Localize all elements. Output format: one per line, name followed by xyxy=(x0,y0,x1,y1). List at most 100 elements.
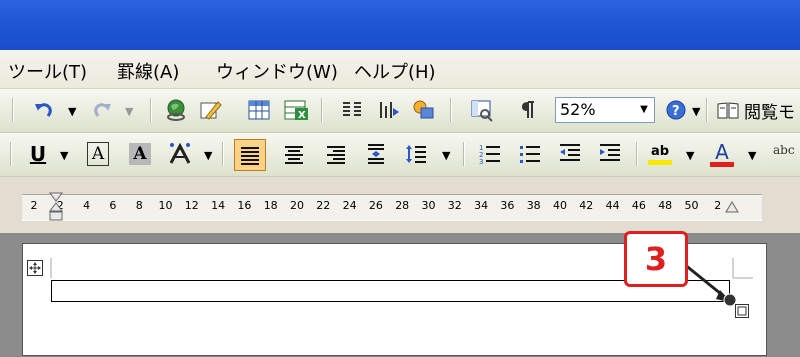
open-book-icon xyxy=(717,102,739,119)
ruler-tick-label: 28 xyxy=(395,199,410,212)
zoom-dropdown-arrow[interactable]: ▼ xyxy=(636,101,652,119)
insert-table-button[interactable] xyxy=(245,96,273,124)
reading-layout-label: 閲覧モ xyxy=(744,102,795,123)
ruler-tick-label: 18 xyxy=(263,199,278,212)
phonetic-guide-button[interactable]: abc xyxy=(773,143,795,157)
ruler-tick-label: 12 xyxy=(184,199,199,212)
drawing-text-button[interactable] xyxy=(375,96,403,124)
increase-indent-icon xyxy=(600,144,620,161)
horizontal-ruler[interactable]: 2 2 4 6 8 10 12 14 16 18 20 22 24 26 28 30 32 34 36 38 40 42 4… xyxy=(22,192,762,222)
toolbar-separator xyxy=(450,98,452,122)
bulleted-list-icon xyxy=(520,146,540,163)
zoom-value: 52% xyxy=(560,100,596,119)
left-indent-marker-icon[interactable] xyxy=(48,192,64,222)
menu-help[interactable]: ヘルプ(H) xyxy=(354,58,436,84)
zoom-combobox[interactable]: 52% ▼ xyxy=(555,97,655,123)
ruler-tick-label: 6 xyxy=(109,199,117,212)
insert-excel-button[interactable]: X xyxy=(282,96,310,124)
ruler-tick-label: 44 xyxy=(605,199,620,212)
ruler-tick-label: 34 xyxy=(474,199,489,212)
right-indent-marker-icon[interactable] xyxy=(724,199,740,219)
highlight-dropdown-arrow[interactable]: ▼ xyxy=(686,149,694,162)
numbering-button[interactable]: 123 xyxy=(476,140,504,168)
font-color-dropdown-arrow[interactable]: ▼ xyxy=(748,149,756,162)
redo-dropdown-arrow[interactable]: ▼ xyxy=(125,105,133,118)
drawing-shapes-icon xyxy=(413,100,434,119)
standard-toolbar: ▼ ▼ X 52% ▼ ? ▼ 閲覧モ xyxy=(0,89,800,133)
toolbar-separator xyxy=(463,142,465,166)
toolbar-separator xyxy=(706,98,708,122)
font-color-button[interactable]: A xyxy=(708,140,736,168)
show-hide-marks-button[interactable] xyxy=(515,96,543,124)
step-number: 3 xyxy=(644,240,668,278)
ruler-tick-label: 20 xyxy=(290,199,304,212)
ruler-tick-label: 30 xyxy=(421,199,436,212)
distribute-icon xyxy=(368,144,384,164)
font-color-swatch xyxy=(710,161,734,167)
drawing-button[interactable] xyxy=(410,96,438,124)
hyperlink-button[interactable] xyxy=(163,96,191,124)
menu-tools[interactable]: ツール(T) xyxy=(8,58,87,84)
tables-borders-button[interactable] xyxy=(196,96,224,124)
document-map-button[interactable] xyxy=(468,96,496,124)
toolbar-separator xyxy=(321,98,323,122)
bullets-button[interactable] xyxy=(516,140,544,168)
help-icon: ? xyxy=(666,100,686,120)
emphasis-mark-icon xyxy=(169,142,191,164)
ruler-tick-label: 46 xyxy=(631,199,646,212)
decrease-indent-button[interactable] xyxy=(556,140,584,168)
distribute-button[interactable] xyxy=(362,140,390,168)
highlight-button[interactable]: ab xyxy=(646,140,674,168)
align-center-button[interactable] xyxy=(280,140,308,168)
ruler-tick-label: 40 xyxy=(553,199,567,212)
underline-button[interactable]: U xyxy=(24,140,52,168)
help-dropdown-arrow[interactable]: ▼ xyxy=(692,105,700,118)
emphasis-dropdown-arrow[interactable]: ▼ xyxy=(204,149,212,162)
line-spacing-button[interactable] xyxy=(402,140,430,168)
columns-button[interactable] xyxy=(338,96,366,124)
increase-indent-button[interactable] xyxy=(596,140,624,168)
document-map-icon xyxy=(471,100,493,122)
align-justify-icon xyxy=(241,147,259,165)
vertical-text-icon xyxy=(380,102,399,118)
align-right-button[interactable] xyxy=(322,140,350,168)
excel-sheet-icon: X xyxy=(284,100,308,121)
character-shading-button[interactable]: A xyxy=(126,140,154,168)
underline-dropdown-arrow[interactable]: ▼ xyxy=(60,149,68,162)
ruler-tick-label: 2 xyxy=(714,199,722,212)
ruler-tick-label: 10 xyxy=(158,199,173,212)
table-grid-icon xyxy=(248,100,270,120)
ruler-tick-label: 8 xyxy=(135,199,143,212)
undo-button[interactable] xyxy=(30,96,58,124)
title-bar xyxy=(0,0,800,50)
char-shading-letter: A xyxy=(129,143,151,165)
line-spacing-dropdown-arrow[interactable]: ▼ xyxy=(442,149,450,162)
toolbar-separator xyxy=(150,98,152,122)
menu-borders[interactable]: 罫線(A) xyxy=(117,58,179,84)
svg-text:X: X xyxy=(298,110,306,121)
ruler-tick-label: 32 xyxy=(447,199,462,212)
ruler-tick-label: 4 xyxy=(83,199,91,212)
character-border-button[interactable]: A xyxy=(84,140,112,168)
ruler-tick-label: 16 xyxy=(237,199,252,212)
reading-layout-button[interactable]: 閲覧モ xyxy=(716,97,795,123)
justify-button[interactable] xyxy=(234,139,266,171)
ruler-tick-label: 36 xyxy=(500,199,515,212)
svg-text:?: ? xyxy=(672,104,680,119)
undo-dropdown-arrow[interactable]: ▼ xyxy=(68,105,76,118)
numbered-list-icon: 123 xyxy=(479,144,500,166)
char-border-letter: A xyxy=(87,142,109,166)
ruler-tick-label: 22 xyxy=(316,199,331,212)
underline-letter: U xyxy=(29,142,47,166)
menu-window[interactable]: ウィンドウ(W) xyxy=(216,58,338,84)
svg-text:3: 3 xyxy=(479,158,483,166)
help-button[interactable]: ? xyxy=(662,96,690,124)
toolbar-separator xyxy=(636,142,638,166)
emphasis-button[interactable] xyxy=(166,140,194,168)
ruler-area: 2 2 4 6 8 10 12 14 16 18 20 22 24 26 28 30 32 34 36 38 40 42 4… xyxy=(0,177,800,233)
redo-button[interactable] xyxy=(88,96,116,124)
columns-icon xyxy=(343,102,361,116)
paragraph-mark-icon xyxy=(522,101,534,118)
pencil-table-icon xyxy=(200,101,222,120)
toolbar-separator xyxy=(222,142,224,166)
